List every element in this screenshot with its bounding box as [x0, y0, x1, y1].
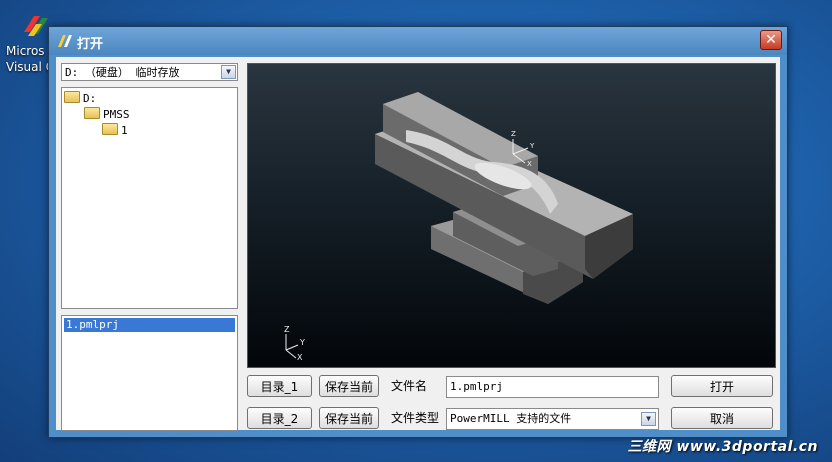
folder-open-icon — [84, 107, 100, 119]
filename-label: 文件名 — [391, 379, 428, 393]
axis-y-label: Y — [529, 142, 535, 150]
tree-item-pmss[interactable]: PMSS — [84, 107, 130, 121]
drive-select[interactable]: D: （硬盘） 临时存放 ▼ — [61, 63, 238, 81]
chevron-down-icon[interactable]: ▼ — [221, 65, 236, 79]
filetype-label: 文件类型 — [391, 411, 440, 425]
dir1-button[interactable]: 目录_1 — [247, 375, 312, 397]
tree-item-label: PMSS — [103, 108, 130, 121]
visual-studio-icon — [24, 16, 48, 36]
drive-select-value: D: （硬盘） 临时存放 — [65, 66, 180, 79]
model-render: Z Y X Z Y X — [284, 92, 633, 362]
save-current-button-2[interactable]: 保存当前 — [319, 407, 379, 429]
file-list-item[interactable]: 1.pmlprj — [64, 318, 235, 332]
tree-item-label: 1 — [121, 124, 128, 137]
axis-x-label: X — [527, 160, 532, 168]
dialog-title: 打开 — [77, 37, 104, 52]
open-dialog: 打开 ✕ D: （硬盘） 临时存放 ▼ D: PMSS 1 1.pmlprj Z… — [48, 26, 788, 438]
axis-z-label: Z — [511, 130, 516, 138]
watermark: 三维网 www.3dportal.cn — [627, 439, 818, 455]
corner-axis-x: X — [297, 353, 303, 362]
filetype-select-value: PowerMILL 支持的文件 — [450, 412, 572, 425]
chevron-down-icon[interactable]: ▼ — [641, 412, 656, 426]
tree-item-drive[interactable]: D: — [64, 91, 96, 105]
close-button[interactable]: ✕ — [760, 30, 782, 50]
file-list[interactable]: 1.pmlprj — [61, 315, 238, 431]
cancel-button[interactable]: 取消 — [671, 407, 773, 429]
title-bar[interactable]: 打开 ✕ — [49, 27, 787, 55]
folder-open-icon — [64, 91, 80, 103]
open-button[interactable]: 打开 — [671, 375, 773, 397]
folder-tree[interactable]: D: PMSS 1 — [61, 87, 238, 309]
corner-axis-z: Z — [284, 325, 290, 334]
dir2-button[interactable]: 目录_2 — [247, 407, 312, 429]
filetype-select[interactable]: PowerMILL 支持的文件 ▼ — [446, 408, 659, 430]
dialog-client: D: （硬盘） 临时存放 ▼ D: PMSS 1 1.pmlprj Z Y X … — [56, 57, 780, 431]
tree-item-1[interactable]: 1 — [102, 123, 128, 137]
corner-axis-y: Y — [299, 338, 305, 347]
model-preview: Z Y X Z Y X — [247, 63, 776, 368]
filename-input[interactable]: 1.pmlprj — [446, 376, 659, 398]
save-current-button-1[interactable]: 保存当前 — [319, 375, 379, 397]
tree-item-label: D: — [83, 92, 97, 105]
powermill-icon — [58, 35, 72, 47]
folder-open-icon — [102, 123, 118, 135]
